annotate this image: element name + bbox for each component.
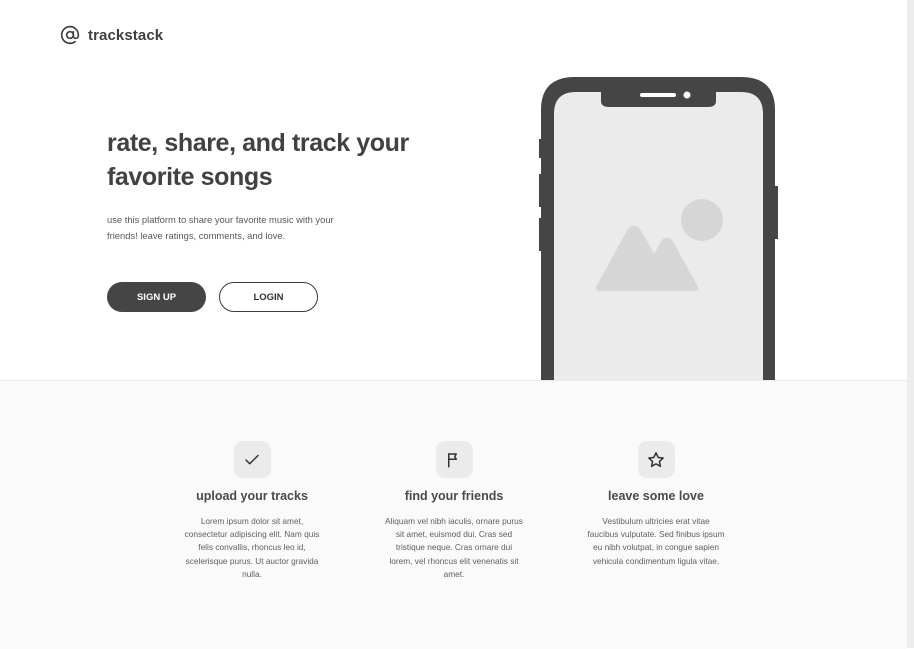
- feature-love: leave some love Vestibulum ultricies era…: [581, 441, 731, 568]
- feature-title: leave some love: [608, 489, 704, 503]
- scrollbar[interactable]: [907, 0, 914, 648]
- hero-title: rate, share, and track your favorite son…: [107, 129, 409, 191]
- features-section: upload your tracks Lorem ipsum dolor sit…: [0, 380, 907, 649]
- hero-subtitle: use this platform to share your favorite…: [107, 214, 334, 241]
- phone-screen: [554, 92, 763, 380]
- feature-icon-box: [233, 441, 271, 478]
- feature-description: Lorem ipsum dolor sit amet, consectetur …: [184, 516, 320, 579]
- brand-name: trackstack: [88, 26, 164, 44]
- at-sign-icon: [60, 25, 80, 45]
- feature-description: Aliquam vel nibh iaculis, ornare purus s…: [385, 516, 523, 579]
- feature-title: find your friends: [404, 489, 504, 503]
- landing-page: trackstack rate, share, and track your f…: [0, 0, 907, 649]
- phone-mockup: [539, 77, 778, 380]
- phone-speaker: [640, 93, 676, 97]
- feature-friends: find your friends Aliquam vel nibh iacul…: [379, 441, 529, 581]
- signup-button[interactable]: SIGN UP: [107, 282, 206, 312]
- feature-title: upload your tracks: [196, 489, 308, 503]
- feature-description: Vestibulum ultricies erat vitae faucibus…: [587, 516, 725, 566]
- brand-logo[interactable]: trackstack: [60, 25, 163, 45]
- feature-icon-box: [637, 441, 675, 478]
- flag-icon: [448, 452, 457, 467]
- check-icon: [245, 454, 259, 464]
- login-button[interactable]: LOGIN: [219, 282, 318, 312]
- phone-camera: [683, 91, 691, 99]
- feature-icon-box: [435, 441, 473, 478]
- feature-upload: upload your tracks Lorem ipsum dolor sit…: [177, 441, 327, 581]
- star-icon: [648, 451, 664, 467]
